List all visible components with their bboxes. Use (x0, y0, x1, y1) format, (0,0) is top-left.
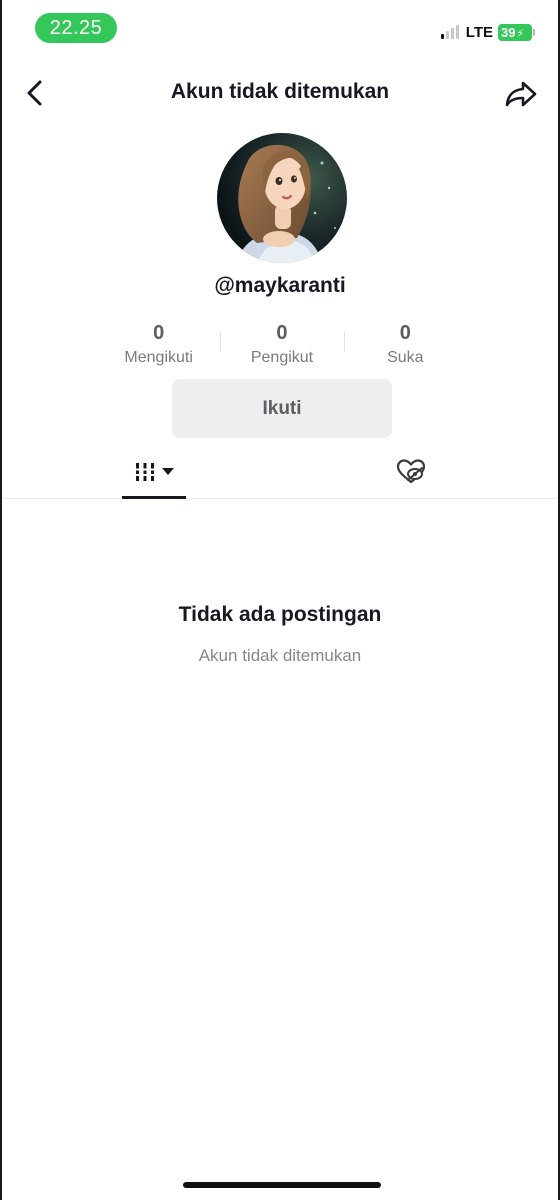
signal-icon (440, 25, 459, 39)
tab-videos[interactable] (122, 448, 186, 496)
stat-likes[interactable]: 0 Suka (343, 320, 467, 374)
network-type: LTE (465, 23, 493, 41)
status-indicators: LTE 39⚡ (440, 22, 535, 42)
header: Akun tidak ditemukan (2, 70, 558, 118)
profile-tabs (2, 448, 558, 499)
profile-screen: 22.25 LTE 39⚡ Akun tidak ditemukan @mayk… (0, 0, 560, 1200)
stat-likes-label: Suka (387, 349, 424, 366)
page-title: Akun tidak ditemukan (170, 80, 390, 103)
battery-icon: 39⚡ (498, 23, 535, 41)
status-bar: 22.25 LTE 39⚡ (2, 0, 558, 56)
username: @maykaranti (214, 274, 346, 297)
stat-following-value: 0 (153, 322, 165, 344)
stat-followers-value: 0 (276, 322, 288, 344)
stat-followers-label: Pengikut (250, 349, 314, 366)
follow-button[interactable]: Ikuti (172, 379, 392, 438)
active-tab-indicator (122, 496, 186, 499)
empty-state-title: Tidak ada postingan (178, 603, 382, 626)
tab-liked[interactable] (394, 456, 428, 488)
battery-level: 39 (501, 24, 516, 40)
stat-likes-value: 0 (399, 322, 411, 344)
share-button[interactable] (504, 77, 538, 111)
share-arrow-icon (505, 81, 537, 107)
caret-down-icon (162, 468, 174, 475)
profile-avatar[interactable] (217, 133, 347, 263)
empty-state-subtitle: Akun tidak ditemukan (198, 646, 362, 665)
stat-following[interactable]: 0 Mengikuti (97, 320, 220, 374)
home-indicator[interactable] (183, 1182, 381, 1188)
profile-stats: 0 Mengikuti 0 Pengikut 0 Suka (97, 320, 467, 374)
status-time: 22.25 (35, 13, 117, 43)
avatar-image (217, 133, 347, 263)
stat-following-label: Mengikuti (124, 349, 193, 366)
grid-icon (134, 463, 156, 481)
hidden-heart-icon (396, 459, 426, 484)
stat-followers[interactable]: 0 Pengikut (220, 320, 343, 374)
